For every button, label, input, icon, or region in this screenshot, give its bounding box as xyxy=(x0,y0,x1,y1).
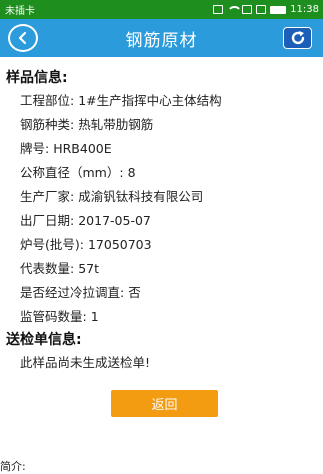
notification-icon xyxy=(242,5,253,14)
footer-text-fragment: 简介: xyxy=(0,460,26,473)
field-label: 出厂日期: xyxy=(20,213,75,228)
field-label: 代表数量: xyxy=(20,261,75,276)
field-value: 57t xyxy=(78,261,100,276)
button-container: 返回 xyxy=(6,390,323,417)
carrier-text: 未插卡 xyxy=(5,6,35,17)
field-label: 钢筋种类: xyxy=(20,117,75,132)
field-label: 炉号(批号): xyxy=(20,237,84,252)
return-button[interactable]: 返回 xyxy=(111,390,218,417)
field-label: 公称直径（mm）: xyxy=(20,165,124,180)
battery-icon xyxy=(270,5,287,14)
field-row-manufacturer: 生产厂家: 成渝钒钛科技有限公司 xyxy=(6,185,323,209)
back-button[interactable] xyxy=(8,24,38,52)
field-label: 牌号: xyxy=(20,141,50,156)
clock-text: 11:38 xyxy=(290,4,319,15)
field-value: 8 xyxy=(127,165,136,180)
detail-content: 样品信息: 工程部位: 1#生产指挥中心主体结构 钢筋种类: 热轧带肋钢筋 牌号: H… xyxy=(0,57,323,417)
inspection-status-message: 此样品尚未生成送检单! xyxy=(20,355,151,370)
field-value: 17050703 xyxy=(87,237,152,252)
field-value: 否 xyxy=(128,285,141,300)
field-label: 监管码数量: xyxy=(20,309,87,324)
app-header: 钢筋原材 xyxy=(0,19,323,57)
field-label: 是否经过冷拉调直: xyxy=(20,285,125,300)
field-value: 1#生产指挥中心主体结构 xyxy=(78,93,222,108)
wifi-icon xyxy=(227,5,243,14)
field-label: 生产厂家: xyxy=(20,189,75,204)
field-row-production-date: 出厂日期: 2017-05-07 xyxy=(6,209,323,233)
field-label: 工程部位: xyxy=(20,93,75,108)
field-row-diameter: 公称直径（mm）: 8 xyxy=(6,161,323,185)
sim-icon xyxy=(213,5,224,14)
page-title: 钢筋原材 xyxy=(125,30,198,51)
field-value: 热轧带肋钢筋 xyxy=(78,117,154,132)
chevron-left-icon xyxy=(18,31,27,45)
field-row-grade: 牌号: HRB400E xyxy=(6,137,323,161)
field-row-rebar-type: 钢筋种类: 热轧带肋钢筋 xyxy=(6,113,323,137)
field-row-cold-drawn: 是否经过冷拉调直: 否 xyxy=(6,281,323,305)
status-icons: 11:38 xyxy=(213,4,319,15)
field-value: 1 xyxy=(90,309,99,324)
sample-info-heading: 样品信息: xyxy=(6,70,68,86)
field-row-supervision-code-count: 监管码数量: 1 xyxy=(6,305,323,329)
field-value: 2017-05-07 xyxy=(78,213,151,228)
field-row-batch-number: 炉号(批号): 17050703 xyxy=(6,233,323,257)
status-bar: 未插卡 11:38 xyxy=(0,0,323,19)
field-row-location: 工程部位: 1#生产指挥中心主体结构 xyxy=(6,89,323,113)
refresh-button[interactable] xyxy=(283,27,312,49)
field-row-quantity: 代表数量: 57t xyxy=(6,257,323,281)
field-value: HRB400E xyxy=(53,141,112,156)
inspection-info-heading: 送检单信息: xyxy=(6,332,82,348)
refresh-icon xyxy=(291,31,304,45)
field-value: 成渝钒钛科技有限公司 xyxy=(78,189,204,204)
notification-icon-2 xyxy=(256,5,267,14)
